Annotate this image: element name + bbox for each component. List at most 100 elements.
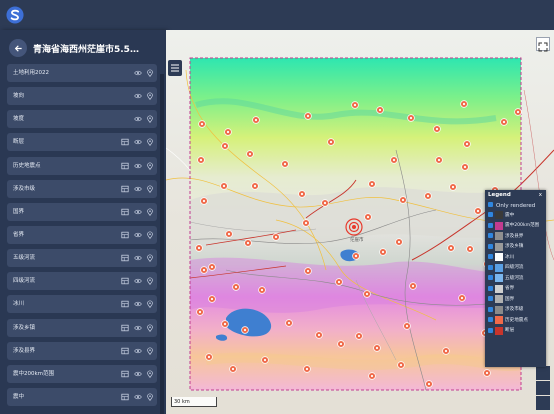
- earthquake-marker-icon[interactable]: [474, 207, 482, 215]
- legend-item[interactable]: 涉及县界: [487, 231, 545, 242]
- earthquake-marker-icon[interactable]: [285, 319, 293, 327]
- earthquake-marker-icon[interactable]: [225, 230, 233, 238]
- legend-item[interactable]: 五级河流: [487, 273, 545, 284]
- earthquake-marker-icon[interactable]: [407, 114, 415, 122]
- checkbox-icon[interactable]: [488, 275, 493, 280]
- legend-item[interactable]: 国界: [487, 294, 545, 305]
- earthquake-marker-icon[interactable]: [500, 118, 508, 126]
- earthquake-marker-icon[interactable]: [229, 365, 237, 373]
- checkbox-icon[interactable]: [488, 212, 493, 217]
- checkbox-icon[interactable]: [488, 222, 493, 228]
- legend-item[interactable]: 四级河流: [487, 263, 545, 274]
- table-icon[interactable]: [121, 324, 129, 332]
- layer-item[interactable]: 土地利用2022: [7, 64, 157, 82]
- eye-icon[interactable]: [134, 300, 142, 308]
- legend-item[interactable]: 震中200km范围: [487, 221, 545, 232]
- layer-item[interactable]: 涉及市级: [7, 179, 157, 198]
- panel-scrollbar[interactable]: [160, 74, 164, 414]
- location-pin-icon[interactable]: [146, 162, 154, 170]
- legend-item[interactable]: 冰川: [487, 252, 545, 263]
- earthquake-marker-icon[interactable]: [261, 356, 269, 364]
- earthquake-marker-icon[interactable]: [351, 101, 359, 109]
- table-icon[interactable]: [121, 208, 129, 216]
- only-rendered-checkbox[interactable]: Only rendered: [488, 202, 535, 209]
- earthquake-marker-icon[interactable]: [208, 263, 216, 271]
- table-icon[interactable]: [121, 231, 129, 239]
- earthquake-marker-icon[interactable]: [246, 150, 254, 158]
- layer-item[interactable]: 涉及县界: [7, 341, 157, 360]
- earthquake-marker-icon[interactable]: [281, 160, 289, 168]
- earthquake-marker-icon[interactable]: [514, 108, 522, 116]
- layer-item[interactable]: 历史地震点: [7, 156, 157, 175]
- layer-item[interactable]: 国界: [7, 202, 157, 221]
- eye-icon[interactable]: [134, 69, 142, 77]
- earthquake-marker-icon[interactable]: [303, 365, 311, 373]
- table-icon[interactable]: [121, 162, 129, 170]
- earthquake-marker-icon[interactable]: [205, 353, 213, 361]
- legend-close-button[interactable]: x: [539, 192, 542, 198]
- location-pin-icon[interactable]: [146, 370, 154, 378]
- earthquake-marker-icon[interactable]: [449, 183, 457, 191]
- checkbox-icon[interactable]: [488, 306, 493, 312]
- eye-icon[interactable]: [134, 393, 142, 401]
- eye-icon[interactable]: [134, 138, 142, 146]
- map-tool-button-2[interactable]: [536, 381, 550, 395]
- earthquake-marker-icon[interactable]: [251, 182, 259, 190]
- table-icon[interactable]: [121, 254, 129, 262]
- location-pin-icon[interactable]: [146, 138, 154, 147]
- checkbox-icon[interactable]: [488, 296, 493, 301]
- earthquake-marker-icon[interactable]: [364, 213, 372, 221]
- earthquake-marker-icon[interactable]: [298, 190, 306, 198]
- earthquake-marker-icon[interactable]: [321, 199, 329, 207]
- legend-item[interactable]: 涉及市级: [487, 305, 545, 316]
- checkbox-icon[interactable]: [488, 254, 493, 259]
- earthquake-marker-icon[interactable]: [220, 182, 228, 190]
- location-pin-icon[interactable]: [146, 347, 154, 355]
- earthquake-marker-icon[interactable]: [460, 100, 468, 108]
- earthquake-marker-icon[interactable]: [221, 142, 229, 150]
- earthquake-marker-icon[interactable]: [397, 361, 405, 369]
- earthquake-marker-icon[interactable]: [424, 192, 432, 200]
- eye-icon[interactable]: [134, 277, 142, 285]
- earthquake-marker-icon[interactable]: [208, 295, 216, 303]
- earthquake-marker-icon[interactable]: [221, 320, 229, 328]
- eye-icon[interactable]: [134, 185, 142, 193]
- eye-icon[interactable]: [134, 254, 142, 262]
- table-icon[interactable]: [121, 347, 129, 355]
- location-pin-icon[interactable]: [146, 208, 154, 216]
- layer-item[interactable]: 坡度: [7, 110, 157, 129]
- table-icon[interactable]: [121, 370, 129, 378]
- earthquake-marker-icon[interactable]: [363, 290, 371, 298]
- earthquake-marker-icon[interactable]: [368, 180, 376, 188]
- location-pin-icon[interactable]: [146, 115, 154, 124]
- earthquake-marker-icon[interactable]: [368, 372, 376, 380]
- earthquake-marker-icon[interactable]: [315, 331, 323, 339]
- earthquake-marker-icon[interactable]: [483, 369, 491, 377]
- earthquake-marker-icon[interactable]: [442, 347, 450, 355]
- legend-item[interactable]: 震中: [487, 210, 545, 221]
- back-button[interactable]: [9, 39, 27, 57]
- earthquake-marker-icon[interactable]: [447, 244, 455, 252]
- layer-item[interactable]: 震中200km范围: [7, 364, 157, 383]
- earthquake-marker-icon[interactable]: [463, 140, 471, 148]
- layer-item[interactable]: 五级河流: [7, 249, 157, 268]
- earthquake-marker-icon[interactable]: [197, 156, 205, 164]
- legend-item[interactable]: 省界: [487, 284, 545, 295]
- earthquake-marker-icon[interactable]: [352, 252, 360, 260]
- layer-item[interactable]: 四级河流: [7, 272, 157, 291]
- legend-item[interactable]: 历史地震点: [487, 315, 545, 326]
- checkbox-icon[interactable]: [488, 264, 493, 270]
- legend-item[interactable]: 涉及乡镇: [487, 242, 545, 253]
- earthquake-marker-icon[interactable]: [403, 322, 411, 330]
- location-pin-icon[interactable]: [146, 254, 154, 263]
- earthquake-marker-icon[interactable]: [390, 156, 398, 164]
- earthquake-marker-icon[interactable]: [224, 128, 232, 136]
- earthquake-marker-icon[interactable]: [241, 326, 249, 334]
- s-logo-icon[interactable]: [6, 6, 24, 24]
- legend-item[interactable]: 断层: [487, 326, 545, 337]
- earthquake-marker-icon[interactable]: [200, 266, 208, 274]
- earthquake-marker-icon[interactable]: [466, 245, 474, 253]
- checkbox-icon[interactable]: [488, 233, 493, 238]
- checkbox-icon[interactable]: [488, 317, 493, 322]
- earthquake-marker-icon[interactable]: [376, 106, 384, 114]
